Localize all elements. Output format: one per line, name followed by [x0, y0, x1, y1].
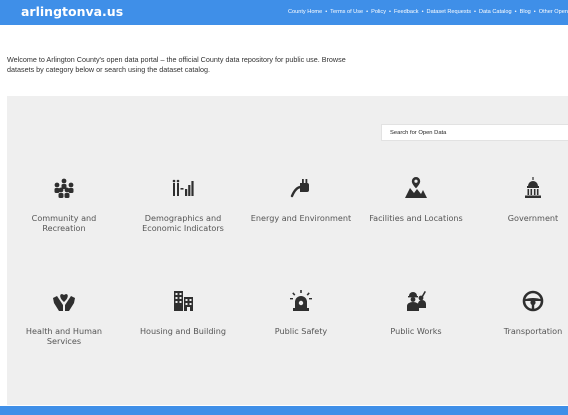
nav-separator: • [366, 9, 369, 15]
steering-wheel-icon [522, 290, 544, 312]
map-pin-icon [405, 177, 427, 198]
category-label: Government [507, 213, 559, 223]
category-label: Public Safety [274, 326, 328, 336]
site-logo[interactable]: arlingtonva.us [21, 4, 123, 19]
category-housing-and-building[interactable]: Housing and Building [128, 290, 238, 336]
search-input[interactable]: Search for Open Data [381, 124, 568, 141]
top-navigation: County Home • Terms of Use • Policy • Fe… [288, 9, 568, 15]
people-group-icon [54, 178, 74, 198]
nav-separator: • [325, 9, 328, 15]
top-bar: arlingtonva.us County Home • Terms of Us… [0, 0, 568, 25]
nav-terms-of-use[interactable]: Terms of Use [330, 9, 363, 15]
hands-heart-icon [53, 294, 75, 311]
category-label: Health and Human Services [25, 326, 103, 346]
workers-icon [407, 291, 426, 311]
capitol-building-icon [525, 177, 541, 198]
category-label: Public Works [390, 326, 442, 336]
nav-feedback[interactable]: Feedback [394, 9, 419, 15]
footer-bar [0, 406, 568, 415]
category-transportation[interactable]: Transportation [478, 290, 568, 336]
siren-icon [290, 290, 312, 311]
category-label: Transportation [503, 326, 563, 336]
category-label: Community and Recreation [31, 213, 97, 233]
nav-data-catalog[interactable]: Data Catalog [479, 9, 512, 15]
category-label: Demographics and Economic Indicators [142, 213, 224, 233]
nav-dataset-requests[interactable]: Dataset Requests [427, 9, 471, 15]
category-community-and-recreation[interactable]: Community and Recreation [9, 177, 119, 233]
nav-separator: • [389, 9, 391, 15]
nav-separator: • [533, 9, 536, 15]
nav-blog[interactable]: Blog [520, 9, 531, 15]
category-public-works[interactable]: Public Works [361, 290, 471, 336]
category-demographics-and-economic-indicators[interactable]: Demographics and Economic Indicators [128, 177, 238, 233]
category-public-safety[interactable]: Public Safety [246, 290, 356, 336]
nav-policy[interactable]: Policy [371, 9, 386, 15]
category-label: Facilities and Locations [369, 213, 463, 223]
category-label: Energy and Environment [250, 213, 352, 223]
demographics-chart-icon [172, 179, 194, 196]
category-panel [7, 96, 568, 405]
nav-county-home[interactable]: County Home [288, 9, 322, 15]
category-government[interactable]: Government [478, 177, 568, 223]
plug-icon [290, 179, 309, 198]
category-label: Housing and Building [139, 326, 227, 336]
nav-separator: • [474, 9, 476, 15]
nav-separator: • [421, 9, 424, 15]
intro-text: Welcome to Arlington County's open data … [7, 55, 346, 74]
category-health-and-human-services[interactable]: Health and Human Services [9, 290, 119, 346]
category-facilities-and-locations[interactable]: Facilities and Locations [361, 177, 471, 223]
category-energy-and-environment[interactable]: Energy and Environment [246, 177, 356, 223]
nav-other-open[interactable]: Other Open [539, 9, 568, 15]
buildings-icon [174, 291, 193, 311]
nav-separator: • [514, 9, 517, 15]
